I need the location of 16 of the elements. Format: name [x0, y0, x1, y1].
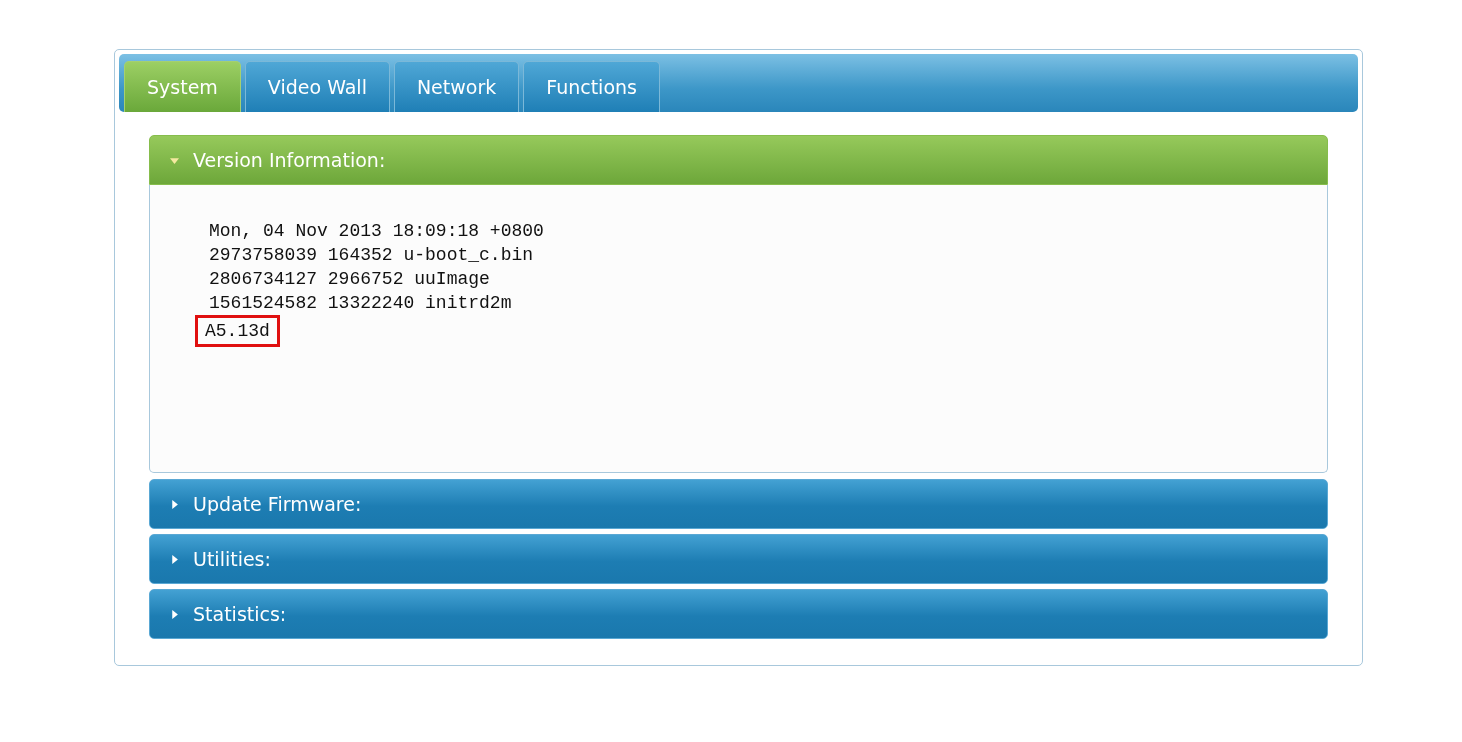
section-header[interactable]: Update Firmware:: [149, 479, 1328, 529]
section-header[interactable]: Utilities:: [149, 534, 1328, 584]
version-line: 2806734127 2966752 uuImage: [208, 268, 491, 291]
version-line: 1561524582 13322240 initrd2m: [208, 292, 513, 315]
section-header[interactable]: Statistics:: [149, 589, 1328, 639]
tab[interactable]: Video Wall: [244, 61, 390, 112]
caret-down-icon: [170, 155, 179, 165]
caret-right-icon: [170, 499, 179, 509]
tab[interactable]: System: [124, 61, 241, 112]
caret-right-icon: [170, 554, 179, 564]
version-line: 2973758039 164352 u-boot_c.bin: [208, 244, 535, 267]
tab[interactable]: Network: [393, 61, 520, 112]
caret-right-icon: [170, 609, 179, 619]
version-line: Mon, 04 Nov 2013 18:09:18 +0800: [208, 220, 545, 243]
tab[interactable]: Functions: [523, 61, 660, 112]
section-header[interactable]: Version Information:: [149, 135, 1328, 185]
